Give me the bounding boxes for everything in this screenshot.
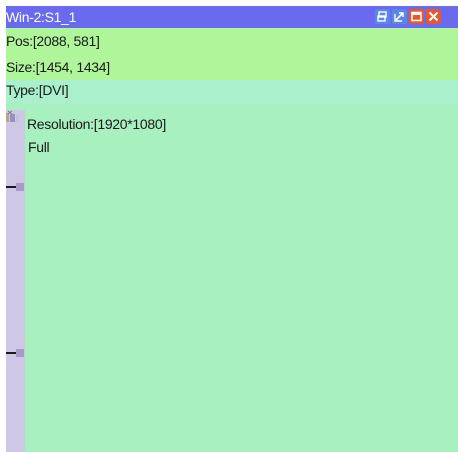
resolution-text: Resolution:[1920*1080] xyxy=(27,116,166,132)
close-icon xyxy=(428,11,439,22)
vertical-scrollbar[interactable] xyxy=(6,110,25,452)
restore-button[interactable] xyxy=(375,9,390,24)
scroll-handle[interactable] xyxy=(16,349,24,357)
display-mode-text: Full xyxy=(28,139,50,155)
scroll-handle[interactable] xyxy=(16,183,24,191)
scroll-tick xyxy=(6,186,16,188)
size-row: Size:[1454, 1434] xyxy=(6,54,458,80)
type-row: Type:[DVI] xyxy=(6,80,458,103)
maximize-icon xyxy=(394,12,404,22)
window-titlebar[interactable]: Win-2:S1_1 xyxy=(6,6,458,28)
video-window[interactable]: Win-2:S1_1 Pos:[2088, 581] Size:[1454, 1… xyxy=(6,6,458,452)
size-text: Size:[1454, 1434] xyxy=(6,59,110,75)
window-title: Win-2:S1_1 xyxy=(6,9,77,25)
resize-grip-icon[interactable] xyxy=(6,110,24,122)
maximize-button[interactable] xyxy=(392,9,407,24)
type-text: Type:[DVI] xyxy=(6,82,69,98)
window-icon xyxy=(411,11,422,22)
position-row: Pos:[2088, 581] xyxy=(6,28,458,54)
restore-icon xyxy=(377,11,387,22)
position-text: Pos:[2088, 581] xyxy=(6,33,100,49)
close-button[interactable] xyxy=(426,9,441,24)
window-button[interactable] xyxy=(409,9,424,24)
scroll-tick xyxy=(6,352,16,354)
